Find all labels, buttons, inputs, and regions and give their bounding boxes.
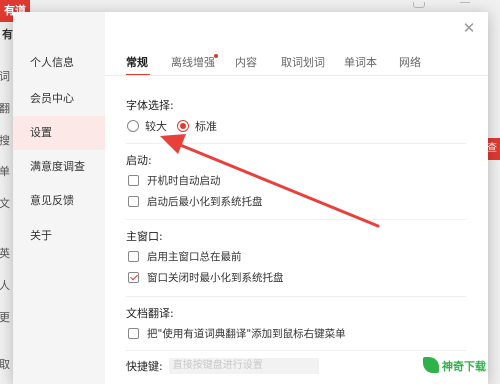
hotkey-row: 快捷键: 直接按键盘进行设置 <box>126 358 319 374</box>
minimize-on-close-checkbox[interactable] <box>128 272 139 283</box>
tab-general[interactable]: 常规 <box>126 54 148 70</box>
nav-item-about[interactable]: 关于 <box>13 219 105 253</box>
background-sidebar: 词 翻 搜 单 文 英 人 更 取 <box>0 0 14 384</box>
background-minimize-icon[interactable] <box>460 2 470 3</box>
settings-content: 常规 离线增强 内容 取词划词 单词本 网络 字体选择: 较大 标准 启动: 开… <box>105 12 488 384</box>
doc-translate-section-title: 文档翻译: <box>126 307 174 320</box>
background-sidebar-item[interactable]: 取 <box>0 356 10 372</box>
background-sidebar-item[interactable]: 翻 <box>0 100 10 116</box>
background-sidebar-item[interactable]: 人 <box>0 277 10 293</box>
settings-nav: 个人信息 会员中心 设置 满意度调查 意见反馈 关于 <box>13 12 105 384</box>
new-badge-dot <box>214 54 218 58</box>
minimize-on-start-option[interactable]: 启动后最小化到系统托盘 <box>128 194 263 209</box>
tab-offline-enhance[interactable]: 离线增强 <box>171 54 215 70</box>
minimize-on-close-label: 窗口关闭时最小化到系统托盘 <box>147 272 284 284</box>
main-window-section-title: 主窗口: <box>126 230 163 243</box>
always-on-top-label: 启用主窗口总在最前 <box>147 251 242 263</box>
settings-tabbar: 常规 离线增强 内容 取词划词 单词本 网络 <box>105 48 488 76</box>
tab-wordbook[interactable]: 单词本 <box>344 54 377 70</box>
minimize-on-start-label: 启动后最小化到系统托盘 <box>147 196 263 208</box>
section-divider <box>126 219 466 220</box>
auto-start-checkbox[interactable] <box>128 175 139 186</box>
tab-divider <box>105 75 488 76</box>
font-standard-label: 标准 <box>195 120 217 133</box>
nav-item-membership[interactable]: 会员中心 <box>13 82 105 116</box>
hotkey-input[interactable]: 直接按键盘进行设置 <box>168 358 319 374</box>
auto-start-label: 开机时自动启动 <box>147 175 221 187</box>
minimize-on-close-option[interactable]: 窗口关闭时最小化到系统托盘 <box>128 270 284 285</box>
background-sidebar-item[interactable]: 更 <box>0 309 10 325</box>
background-sidebar-item[interactable]: 文 <box>0 195 10 211</box>
background-sidebar-item[interactable]: 搜 <box>0 132 10 148</box>
watermark: 神奇下载 <box>423 356 493 374</box>
tab-word-capture[interactable]: 取词划词 <box>281 54 325 70</box>
font-large-option[interactable]: 较大 <box>127 118 167 134</box>
background-sidebar-item[interactable]: 词 <box>0 68 10 84</box>
background-sidebar-item[interactable]: 单 <box>0 163 10 179</box>
nav-item-feedback[interactable]: 意见反馈 <box>13 184 105 218</box>
context-menu-checkbox[interactable] <box>128 328 139 339</box>
hotkey-label: 快捷键: <box>126 360 163 373</box>
section-divider <box>126 296 466 297</box>
nav-item-settings[interactable]: 设置 <box>13 116 105 150</box>
font-standard-option[interactable]: 标准 <box>177 118 217 134</box>
context-menu-label: 把"使用有道词典翻译"添加到鼠标右键菜单 <box>147 328 346 340</box>
tab-content[interactable]: 内容 <box>235 54 257 70</box>
always-on-top-checkbox[interactable] <box>128 251 139 262</box>
tab-network[interactable]: 网络 <box>399 54 421 70</box>
nav-item-survey[interactable]: 满意度调查 <box>13 150 105 184</box>
font-large-label: 较大 <box>145 120 167 133</box>
background-chevron-icon[interactable] <box>413 2 425 8</box>
font-standard-radio[interactable] <box>177 120 189 132</box>
section-divider <box>126 143 466 144</box>
font-large-radio[interactable] <box>127 120 139 132</box>
auto-start-option[interactable]: 开机时自动启动 <box>128 173 221 188</box>
leaf-icon <box>423 357 439 373</box>
startup-section-title: 启动: <box>126 154 152 167</box>
context-menu-option[interactable]: 把"使用有道词典翻译"添加到鼠标右键菜单 <box>128 326 346 341</box>
watermark-text: 神奇下载 <box>442 360 486 373</box>
section-divider <box>126 350 466 351</box>
always-on-top-option[interactable]: 启用主窗口总在最前 <box>128 249 242 264</box>
nav-item-profile[interactable]: 个人信息 <box>13 46 105 80</box>
background-sidebar-item[interactable]: 英 <box>0 245 10 261</box>
minimize-on-start-checkbox[interactable] <box>128 196 139 207</box>
settings-dialog: ✕ 个人信息 会员中心 设置 满意度调查 意见反馈 关于 常规 离线增强 内容 … <box>13 12 488 384</box>
font-section-title: 字体选择: <box>126 99 174 112</box>
